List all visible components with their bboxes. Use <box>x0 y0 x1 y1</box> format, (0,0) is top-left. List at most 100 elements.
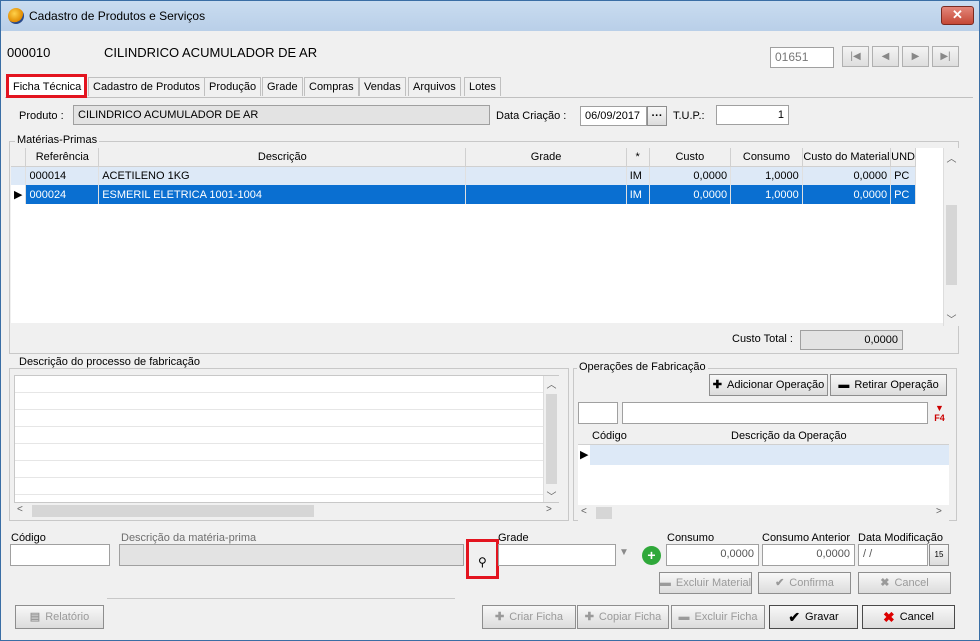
scroll-up-icon[interactable]: ︿ <box>544 376 559 391</box>
data-modificacao-label: Data Modificação <box>858 532 943 544</box>
tab-vendas[interactable]: Vendas <box>359 77 406 96</box>
tab-cadastro-produtos[interactable]: Cadastro de Produtos <box>88 77 206 96</box>
confirma-label: Confirma <box>789 577 834 589</box>
cancel-material-label: Cancel <box>894 577 929 589</box>
processo-vscroll[interactable]: ︿ ﹀ <box>543 376 559 503</box>
cell-star: IM <box>626 166 650 185</box>
processo-hscroll[interactable]: < > <box>14 503 559 519</box>
adicionar-operacao-button[interactable]: ✚ Adicionar Operação <box>709 374 828 396</box>
tab-lotes[interactable]: Lotes <box>464 77 501 96</box>
col-referencia[interactable]: Referência <box>25 148 100 167</box>
table-row[interactable]: 000014 ACETILENO 1KG IM 0,0000 1,0000 0,… <box>11 166 916 185</box>
table-row[interactable] <box>590 445 949 465</box>
cell-ref: 000014 <box>25 166 100 185</box>
date-picker-button[interactable]: ··· <box>647 106 667 126</box>
operacao-descricao-input[interactable] <box>622 402 928 424</box>
consumo-anterior-input: 0,0000 <box>762 544 855 566</box>
grade-dropdown-icon[interactable]: ▼ <box>619 547 637 563</box>
consumo-input[interactable]: 0,0000 <box>666 544 759 566</box>
produto-field[interactable]: CILINDRICO ACUMULADOR DE AR <box>73 105 490 125</box>
calendar-icon[interactable]: 15 <box>929 544 949 566</box>
next-record-button[interactable]: ▶ <box>902 46 929 67</box>
relatorio-button[interactable]: ▤ Relatório <box>15 605 104 629</box>
processo-label: Descrição do processo de fabricação <box>17 356 202 368</box>
scroll-right-icon[interactable]: > <box>546 504 552 515</box>
operacoes-grid[interactable]: Código Descrição da Operação ▶ <box>578 428 949 508</box>
processo-textarea[interactable] <box>14 375 559 503</box>
tab-arquivos[interactable]: Arquivos <box>408 77 461 96</box>
first-record-button[interactable]: |◀ <box>842 46 869 67</box>
retirar-operacao-button[interactable]: ▬ Retirar Operação <box>830 374 947 396</box>
col-grade[interactable]: Grade <box>465 148 627 167</box>
col-descricao-operacao[interactable]: Descrição da Operação <box>731 430 847 442</box>
cell-star: IM <box>626 185 650 204</box>
tab-grade[interactable]: Grade <box>262 77 303 96</box>
data-criacao-label: Data Criação : <box>496 110 567 122</box>
copiar-ficha-label: Copiar Ficha <box>598 611 662 623</box>
criar-ficha-label: Criar Ficha <box>509 611 563 623</box>
consumo-label: Consumo <box>667 532 715 544</box>
product-name: CILINDRICO ACUMULADOR DE AR <box>104 45 318 60</box>
excluir-ficha-button[interactable]: ▬ Excluir Ficha <box>671 605 765 629</box>
operacao-codigo-input[interactable] <box>578 402 618 424</box>
grade-input[interactable] <box>498 544 616 566</box>
scroll-thumb[interactable] <box>546 394 557 484</box>
cancel-material-button[interactable]: ✖ Cancel <box>858 572 951 594</box>
gravar-button[interactable]: ✔ Gravar <box>769 605 858 629</box>
tab-ficha-tecnica[interactable]: Ficha Técnica <box>6 74 87 98</box>
produto-label: Produto : <box>19 110 64 122</box>
col-custo[interactable]: Custo <box>649 148 732 167</box>
data-criacao-field[interactable]: 06/09/2017 <box>580 106 647 126</box>
codigo-input[interactable] <box>10 544 110 566</box>
scroll-down-icon[interactable]: ﹀ <box>544 488 559 503</box>
search-button[interactable]: ⚲ <box>466 539 499 579</box>
table-row-selected[interactable]: ▶ 000024 ESMERIL ELETRICA 1001-1004 IM 0… <box>11 185 916 204</box>
scroll-thumb[interactable] <box>596 507 612 519</box>
excluir-material-label: Excluir Material <box>675 577 752 589</box>
col-codigo[interactable]: Código <box>592 430 627 442</box>
last-record-button[interactable]: ▶| <box>932 46 959 67</box>
scroll-right-icon[interactable]: > <box>936 506 942 517</box>
scroll-thumb[interactable] <box>946 205 957 285</box>
materias-scrollbar[interactable]: ︿ ﹀ <box>943 148 959 326</box>
confirma-button[interactable]: ✔ Confirma <box>758 572 851 594</box>
add-grade-icon[interactable]: + <box>642 546 661 565</box>
cell-und: PC <box>890 166 916 185</box>
scroll-left-icon[interactable]: < <box>17 504 23 515</box>
descricao-mp-input <box>119 544 464 566</box>
tab-producao[interactable]: Produção <box>204 77 262 96</box>
operacoes-hscroll[interactable]: < > <box>578 505 949 521</box>
record-input[interactable]: 01651 <box>770 47 834 68</box>
copiar-ficha-button[interactable]: ✚ Copiar Ficha <box>577 605 669 629</box>
col-und[interactable]: UND <box>890 148 916 167</box>
col-consumo[interactable]: Consumo <box>730 148 803 167</box>
cell-consumo: 1,0000 <box>730 185 803 204</box>
f4-search-icon[interactable]: ▼ F4 <box>930 403 949 423</box>
col-custo-material[interactable]: Custo do Material <box>802 148 892 167</box>
scroll-left-icon[interactable]: < <box>581 506 587 517</box>
materias-grid[interactable]: Referência Descrição Grade * Custo Consu… <box>11 148 943 323</box>
scroll-thumb[interactable] <box>32 505 314 517</box>
row-indicator-header <box>11 148 27 167</box>
col-star[interactable]: * <box>626 148 650 167</box>
window: Cadastro de Produtos e Serviços ✕ 000010… <box>0 0 980 641</box>
tup-label: T.U.P.: <box>673 110 705 122</box>
close-button[interactable]: ✕ <box>941 6 974 25</box>
printer-icon: ▤ <box>29 611 41 623</box>
scroll-down-icon[interactable]: ﹀ <box>944 311 959 326</box>
row-indicator <box>11 166 27 185</box>
excluir-material-button[interactable]: ▬ Excluir Material <box>659 572 752 594</box>
tup-field[interactable]: 1 <box>716 105 789 125</box>
cancelar-button[interactable]: ✖ Cancel <box>862 605 955 629</box>
cell-custo: 0,0000 <box>649 166 732 185</box>
tab-compras[interactable]: Compras <box>304 77 359 96</box>
retirar-operacao-label: Retirar Operação <box>854 379 939 391</box>
criar-ficha-button[interactable]: ✚ Criar Ficha <box>482 605 576 629</box>
operacoes-label: Operações de Fabricação <box>577 361 708 373</box>
prev-record-button[interactable]: ◀ <box>872 46 899 67</box>
materias-label: Matérias-Primas <box>15 134 100 146</box>
check-icon: ✔ <box>775 577 785 589</box>
plus-icon: ✚ <box>494 611 505 623</box>
scroll-up-icon[interactable]: ︿ <box>944 150 959 165</box>
col-descricao[interactable]: Descrição <box>98 148 467 167</box>
